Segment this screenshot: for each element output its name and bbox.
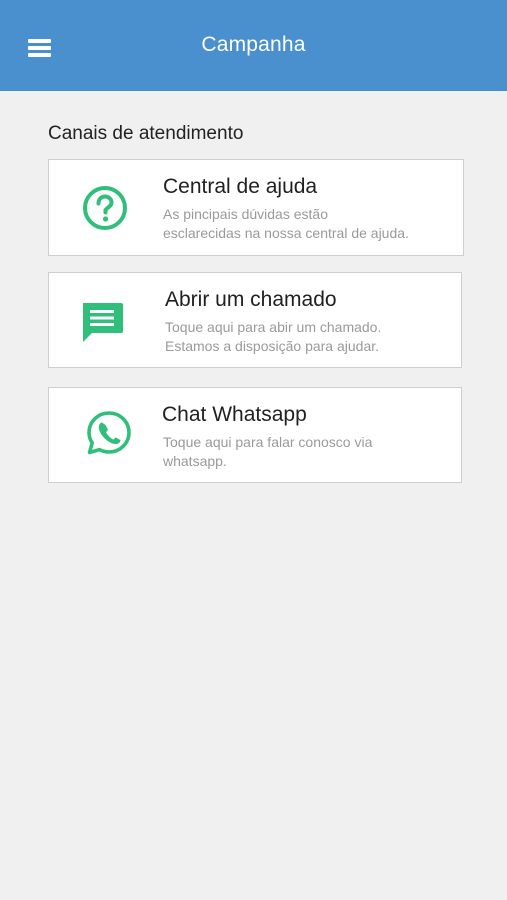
whatsapp-chat-description-line: whatsapp. [163, 453, 227, 469]
help-center-title: Central de ajuda [163, 175, 318, 198]
help-center-description-line: esclarecidas na nossa central de ajuda. [163, 225, 409, 241]
open-ticket-card[interactable]: Abrir um chamado Toque aqui para abir um… [48, 272, 462, 368]
open-ticket-description-line: Estamos a disposição para ajudar. [165, 338, 380, 354]
section-title: Canais de atendimento [48, 123, 244, 144]
open-ticket-description-line: Toque aqui para abir um chamado. [165, 319, 382, 335]
help-center-description-line: As pincipais dúvidas estão [163, 206, 328, 222]
whatsapp-chat-card[interactable]: Chat Whatsapp Toque aqui para falar cono… [48, 387, 462, 483]
whatsapp-chat-description: Toque aqui para falar conosco via whatsa… [163, 433, 453, 471]
app-bar: Campanha [0, 0, 507, 91]
page-title: Campanha [201, 33, 306, 56]
whatsapp-chat-title: Chat Whatsapp [162, 403, 307, 426]
help-circle-icon [83, 186, 127, 230]
whatsapp-icon [87, 411, 131, 455]
open-ticket-title: Abrir um chamado [165, 288, 337, 311]
whatsapp-chat-description-line: Toque aqui para falar conosco via [163, 434, 373, 450]
open-ticket-description: Toque aqui para abir um chamado. Estamos… [165, 318, 455, 356]
help-center-card[interactable]: Central de ajuda As pincipais dúvidas es… [48, 159, 464, 256]
message-icon [83, 303, 123, 342]
help-center-description: As pincipais dúvidas estão esclarecidas … [163, 205, 453, 243]
